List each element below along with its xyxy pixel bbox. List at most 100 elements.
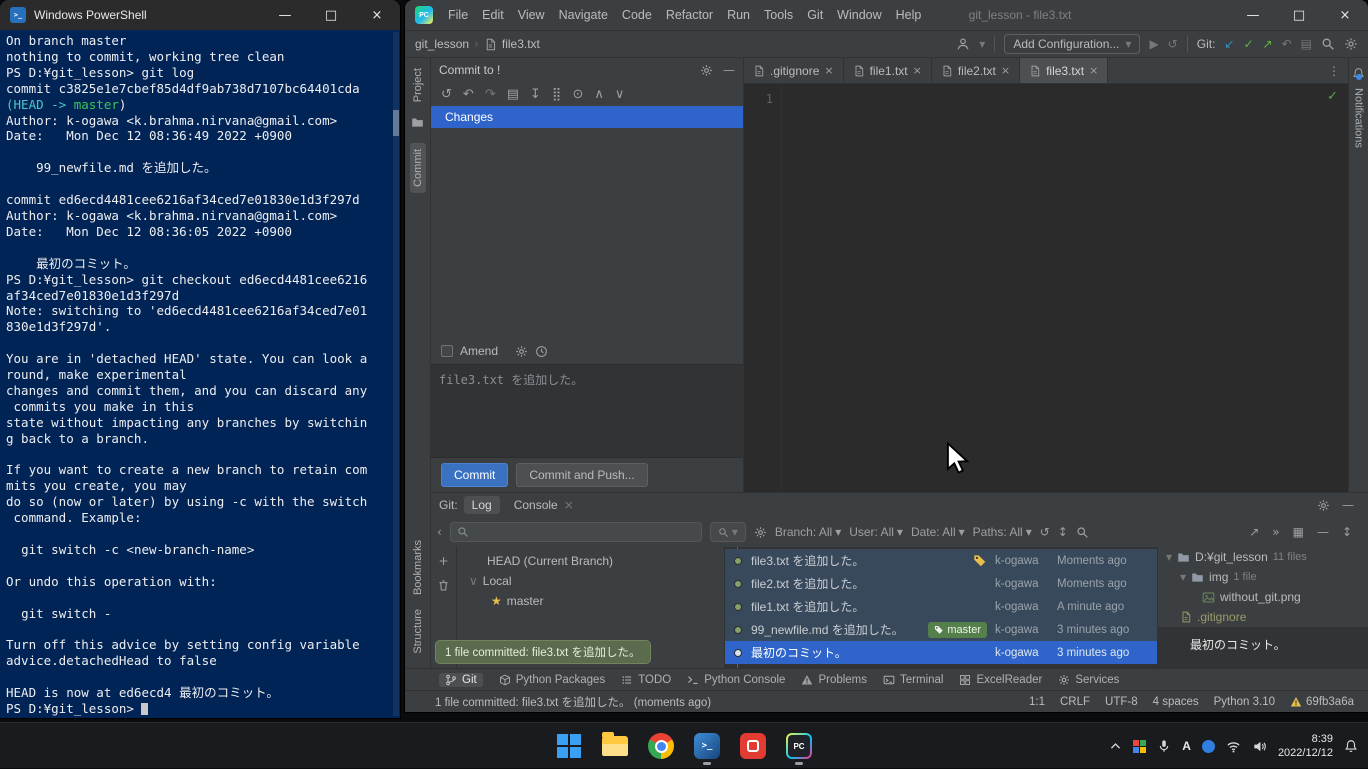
folder-icon[interactable]: [411, 116, 424, 129]
ide-titlebar[interactable]: PC File Edit View Navigate Code Refactor…: [405, 0, 1368, 30]
toolwindow-git[interactable]: Git: [439, 673, 483, 687]
collapse-all-icon[interactable]: ∨: [615, 88, 625, 101]
date-filter[interactable]: Date: All ▾: [911, 525, 965, 539]
paths-filter[interactable]: Paths: All ▾: [973, 525, 1032, 539]
expander-icon[interactable]: ∨: [469, 575, 478, 587]
indent-style[interactable]: 4 spaces: [1153, 696, 1199, 708]
gear-icon[interactable]: [700, 64, 713, 77]
close-button[interactable]: ×: [354, 0, 400, 30]
amend-checkbox[interactable]: [441, 345, 453, 357]
changelist-icon[interactable]: ▤: [507, 88, 519, 101]
history-icon[interactable]: ↺: [1168, 38, 1178, 50]
toolwindow-excelreader[interactable]: ExcelReader: [959, 674, 1042, 686]
line-separator[interactable]: CRLF: [1060, 696, 1090, 708]
red-app-icon[interactable]: [733, 726, 773, 766]
branch-master-node[interactable]: ★ master: [457, 591, 724, 611]
powershell-taskbar-icon[interactable]: >_: [687, 726, 727, 766]
more-tabs-icon[interactable]: »: [1272, 526, 1279, 538]
details-root-row[interactable]: ▾ D:¥git_lesson 11 files: [1158, 547, 1368, 567]
sidebar-tab-structure[interactable]: Structure: [412, 609, 424, 654]
file-encoding[interactable]: UTF-8: [1105, 696, 1138, 708]
menu-file[interactable]: File: [441, 0, 475, 30]
ime-indicator[interactable]: A: [1182, 739, 1191, 753]
git-shelve-icon[interactable]: ▤: [1301, 38, 1312, 50]
menu-refactor[interactable]: Refactor: [659, 0, 720, 30]
commit-options-gear-icon[interactable]: [515, 345, 528, 358]
expand-all-icon[interactable]: ∧: [594, 88, 604, 101]
sidebar-tab-project[interactable]: Project: [412, 68, 424, 102]
commit-message-input[interactable]: file3.txt を追加した。: [431, 364, 743, 458]
maximize-button[interactable]: □: [308, 0, 354, 30]
preview-icon[interactable]: ⊙: [572, 88, 583, 101]
interpreter[interactable]: Python 3.10: [1214, 696, 1275, 708]
menu-window[interactable]: Window: [830, 0, 888, 30]
back-icon[interactable]: ‹: [437, 526, 442, 538]
menu-git[interactable]: Git: [800, 0, 830, 30]
branch-badge-master[interactable]: master: [928, 622, 987, 638]
ide-window[interactable]: PC File Edit View Navigate Code Refactor…: [405, 0, 1368, 712]
chevron-down-icon[interactable]: ▾: [979, 38, 985, 50]
tray-blue-app-icon[interactable]: [1202, 740, 1215, 753]
scrollbar[interactable]: [393, 32, 399, 716]
shelf-icon[interactable]: ↧: [530, 88, 541, 101]
branch-head-node[interactable]: HEAD (Current Branch): [457, 551, 724, 571]
minimize-panel-icon[interactable]: —: [1317, 526, 1329, 538]
sidebar-tab-commit[interactable]: Commit: [410, 143, 426, 193]
sidebar-tab-notifications[interactable]: Notifications: [1353, 88, 1365, 148]
tab-file3-active[interactable]: file3.txt ×: [1020, 58, 1108, 83]
toolwindow-python-console[interactable]: Python Console: [687, 674, 785, 686]
commit-row-selected[interactable]: 最初のコミット。 k-ogawa 3 minutes ago: [725, 641, 1157, 664]
tab-file2[interactable]: file2.txt ×: [932, 58, 1020, 83]
run-button[interactable]: ▶: [1149, 38, 1158, 50]
close-tab-icon[interactable]: ×: [824, 65, 833, 76]
notification-center-icon[interactable]: [1344, 739, 1358, 753]
menu-tools[interactable]: Tools: [757, 0, 800, 30]
toolwindow-services[interactable]: Services: [1058, 674, 1119, 686]
sort-icon[interactable]: ↕: [1058, 526, 1068, 538]
tray-chevron-up-icon[interactable]: [1109, 740, 1122, 753]
commit-button[interactable]: Commit: [441, 463, 508, 487]
close-tab-icon[interactable]: ×: [913, 65, 922, 76]
clock[interactable]: 8:39 2022/12/12: [1278, 732, 1333, 760]
powershell-window[interactable]: >_ Windows PowerShell — □ × On branch ma…: [0, 0, 400, 718]
chrome-icon[interactable]: [641, 726, 681, 766]
filter-gear-icon[interactable]: [754, 526, 767, 539]
close-tab-icon[interactable]: ×: [1001, 65, 1010, 76]
git-commit-icon[interactable]: ✓: [1243, 38, 1253, 50]
maximize-button[interactable]: □: [1276, 0, 1322, 30]
caret-position[interactable]: 1:1: [1029, 696, 1045, 708]
breadcrumb-project[interactable]: git_lesson: [415, 37, 469, 51]
gear-icon[interactable]: [1317, 499, 1330, 512]
refresh-icon[interactable]: ↺: [1040, 526, 1050, 538]
breadcrumb-file[interactable]: file3.txt: [502, 37, 540, 51]
tab-console[interactable]: Console ×: [506, 496, 582, 514]
search-icon[interactable]: [1321, 37, 1335, 51]
text-filter-dropdown[interactable]: ▾: [710, 522, 746, 542]
expander-icon[interactable]: ▾: [1180, 571, 1186, 583]
commit-row[interactable]: file1.txt を追加した。 k-ogawa A minute ago: [725, 595, 1157, 618]
hide-panel-icon[interactable]: —: [723, 64, 735, 76]
powershell-titlebar[interactable]: >_ Windows PowerShell — □ ×: [0, 0, 400, 30]
navigate-icon[interactable]: ↗: [1249, 526, 1259, 538]
tab-file1[interactable]: file1.txt ×: [844, 58, 932, 83]
minimize-button[interactable]: —: [1230, 0, 1276, 30]
wifi-icon[interactable]: [1226, 739, 1241, 754]
commit-row[interactable]: file2.txt を追加した。 k-ogawa Moments ago: [725, 572, 1157, 595]
branch-filter[interactable]: Branch: All ▾: [775, 525, 841, 539]
run-configuration-select[interactable]: Add Configuration... ▾: [1004, 34, 1140, 54]
menu-code[interactable]: Code: [615, 0, 659, 30]
close-button[interactable]: ×: [1322, 0, 1368, 30]
editor-pane[interactable]: 1 ✓: [744, 84, 1348, 492]
close-tab-icon[interactable]: ×: [1089, 65, 1098, 76]
commit-row[interactable]: 99_newfile.md を追加した。 master k-ogawa 3 mi…: [725, 618, 1157, 641]
microphone-icon[interactable]: [1157, 739, 1171, 753]
redo-icon[interactable]: ↷: [485, 88, 496, 101]
menu-view[interactable]: View: [511, 0, 552, 30]
toolwindow-problems[interactable]: Problems: [801, 674, 867, 686]
git-push-icon[interactable]: ↗: [1263, 38, 1273, 50]
hide-panel-icon[interactable]: —: [1342, 499, 1354, 511]
details-image-file-row[interactable]: without_git.png: [1158, 587, 1368, 607]
menu-navigate[interactable]: Navigate: [552, 0, 615, 30]
git-update-icon[interactable]: ↙: [1224, 38, 1234, 50]
layout-icon[interactable]: ▦: [1293, 526, 1304, 538]
